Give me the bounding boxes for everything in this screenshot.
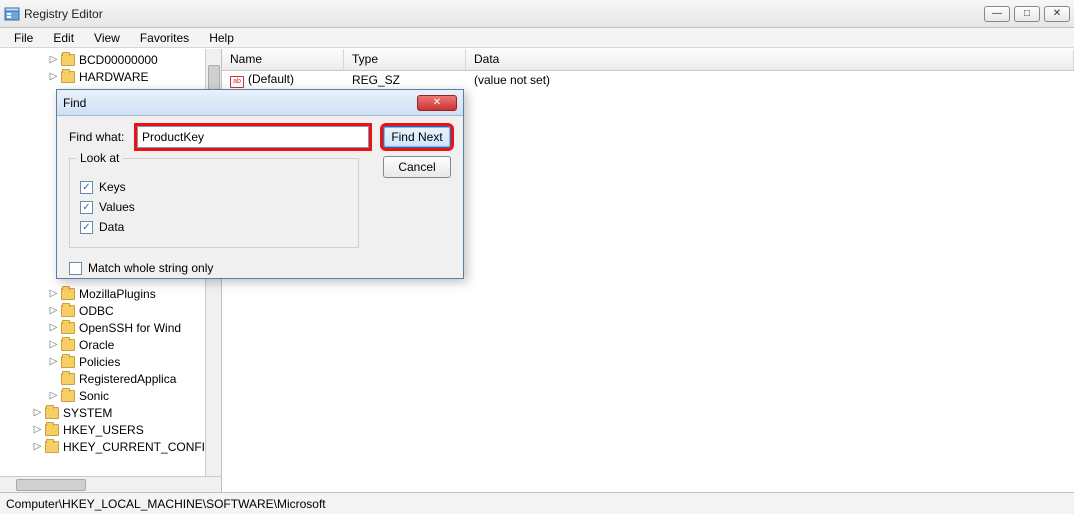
- minimize-button[interactable]: —: [984, 6, 1010, 22]
- menu-file[interactable]: File: [6, 29, 41, 47]
- find-dialog: Find ✕ Find what: Look at ✓Keys ✓Values …: [56, 89, 464, 279]
- checkbox-icon: ✓: [80, 201, 93, 214]
- list-header: Name Type Data: [222, 49, 1074, 71]
- window-title: Registry Editor: [24, 7, 984, 21]
- checkbox-keys[interactable]: ✓Keys: [80, 177, 348, 197]
- find-what-label: Find what:: [69, 130, 129, 144]
- folder-icon: [61, 288, 75, 300]
- tree-item[interactable]: RegisteredApplica: [4, 370, 221, 387]
- checkbox-icon: [69, 262, 82, 275]
- look-at-group: Look at ✓Keys ✓Values ✓Data: [69, 158, 359, 248]
- folder-icon: [45, 424, 59, 436]
- col-type[interactable]: Type: [344, 49, 466, 70]
- list-row[interactable]: ab(Default) REG_SZ (value not set): [222, 71, 1074, 89]
- tree-item[interactable]: ▷Sonic: [4, 387, 221, 404]
- folder-icon: [61, 339, 75, 351]
- col-data[interactable]: Data: [466, 49, 1074, 70]
- checkbox-icon: ✓: [80, 221, 93, 234]
- dialog-title: Find: [63, 96, 417, 110]
- expand-icon[interactable]: ▷: [48, 71, 59, 82]
- menu-help[interactable]: Help: [201, 29, 242, 47]
- tree-hscrollbar[interactable]: [0, 476, 221, 492]
- checkbox-icon: ✓: [80, 181, 93, 194]
- statusbar: Computer\HKEY_LOCAL_MACHINE\SOFTWARE\Mic…: [0, 492, 1074, 514]
- expand-icon[interactable]: ▷: [48, 390, 59, 401]
- dialog-close-button[interactable]: ✕: [417, 95, 457, 111]
- cancel-button[interactable]: Cancel: [383, 156, 451, 178]
- window-titlebar: Registry Editor — □ ✕: [0, 0, 1074, 28]
- maximize-button[interactable]: □: [1014, 6, 1040, 22]
- expand-icon[interactable]: ▷: [48, 54, 59, 65]
- checkbox-match-whole[interactable]: Match whole string only: [69, 258, 451, 278]
- find-what-input[interactable]: [137, 126, 369, 148]
- folder-icon: [61, 54, 75, 66]
- tree-item[interactable]: ▷OpenSSH for Wind: [4, 319, 221, 336]
- expand-icon[interactable]: ▷: [32, 441, 43, 452]
- folder-icon: [61, 373, 75, 385]
- close-button[interactable]: ✕: [1044, 6, 1070, 22]
- folder-icon: [61, 356, 75, 368]
- col-name[interactable]: Name: [222, 49, 344, 70]
- menu-view[interactable]: View: [86, 29, 128, 47]
- expand-icon[interactable]: ▷: [48, 288, 59, 299]
- tree-item[interactable]: ▷SYSTEM: [4, 404, 221, 421]
- dialog-titlebar[interactable]: Find ✕: [57, 90, 463, 116]
- status-path: Computer\HKEY_LOCAL_MACHINE\SOFTWARE\Mic…: [6, 497, 326, 511]
- folder-icon: [45, 407, 59, 419]
- regedit-icon: [4, 6, 20, 22]
- group-label: Look at: [76, 151, 123, 165]
- checkbox-values[interactable]: ✓Values: [80, 197, 348, 217]
- string-value-icon: ab: [230, 76, 244, 88]
- menu-favorites[interactable]: Favorites: [132, 29, 197, 47]
- tree-item[interactable]: ▷Oracle: [4, 336, 221, 353]
- expand-icon[interactable]: ▷: [32, 407, 43, 418]
- expand-icon[interactable]: ▷: [48, 356, 59, 367]
- tree-item[interactable]: ▷BCD00000000: [4, 51, 221, 68]
- tree-item[interactable]: ▷HKEY_USERS: [4, 421, 221, 438]
- expand-icon[interactable]: ▷: [48, 322, 59, 333]
- menu-edit[interactable]: Edit: [45, 29, 82, 47]
- expand-icon[interactable]: ▷: [32, 424, 43, 435]
- tree-item[interactable]: ▷HKEY_CURRENT_CONFIG: [4, 438, 221, 455]
- menubar: File Edit View Favorites Help: [0, 28, 1074, 48]
- expand-icon[interactable]: ▷: [48, 305, 59, 316]
- tree-item[interactable]: ▷MozillaPlugins: [4, 285, 221, 302]
- folder-icon: [61, 305, 75, 317]
- expand-icon[interactable]: ▷: [48, 339, 59, 350]
- tree-item[interactable]: ▷HARDWARE: [4, 68, 221, 85]
- folder-icon: [61, 390, 75, 402]
- folder-icon: [61, 71, 75, 83]
- folder-icon: [45, 441, 59, 453]
- tree-item[interactable]: ▷Policies: [4, 353, 221, 370]
- tree-item[interactable]: ▷ODBC: [4, 302, 221, 319]
- find-next-button[interactable]: Find Next: [383, 126, 451, 148]
- checkbox-data[interactable]: ✓Data: [80, 217, 348, 237]
- folder-icon: [61, 322, 75, 334]
